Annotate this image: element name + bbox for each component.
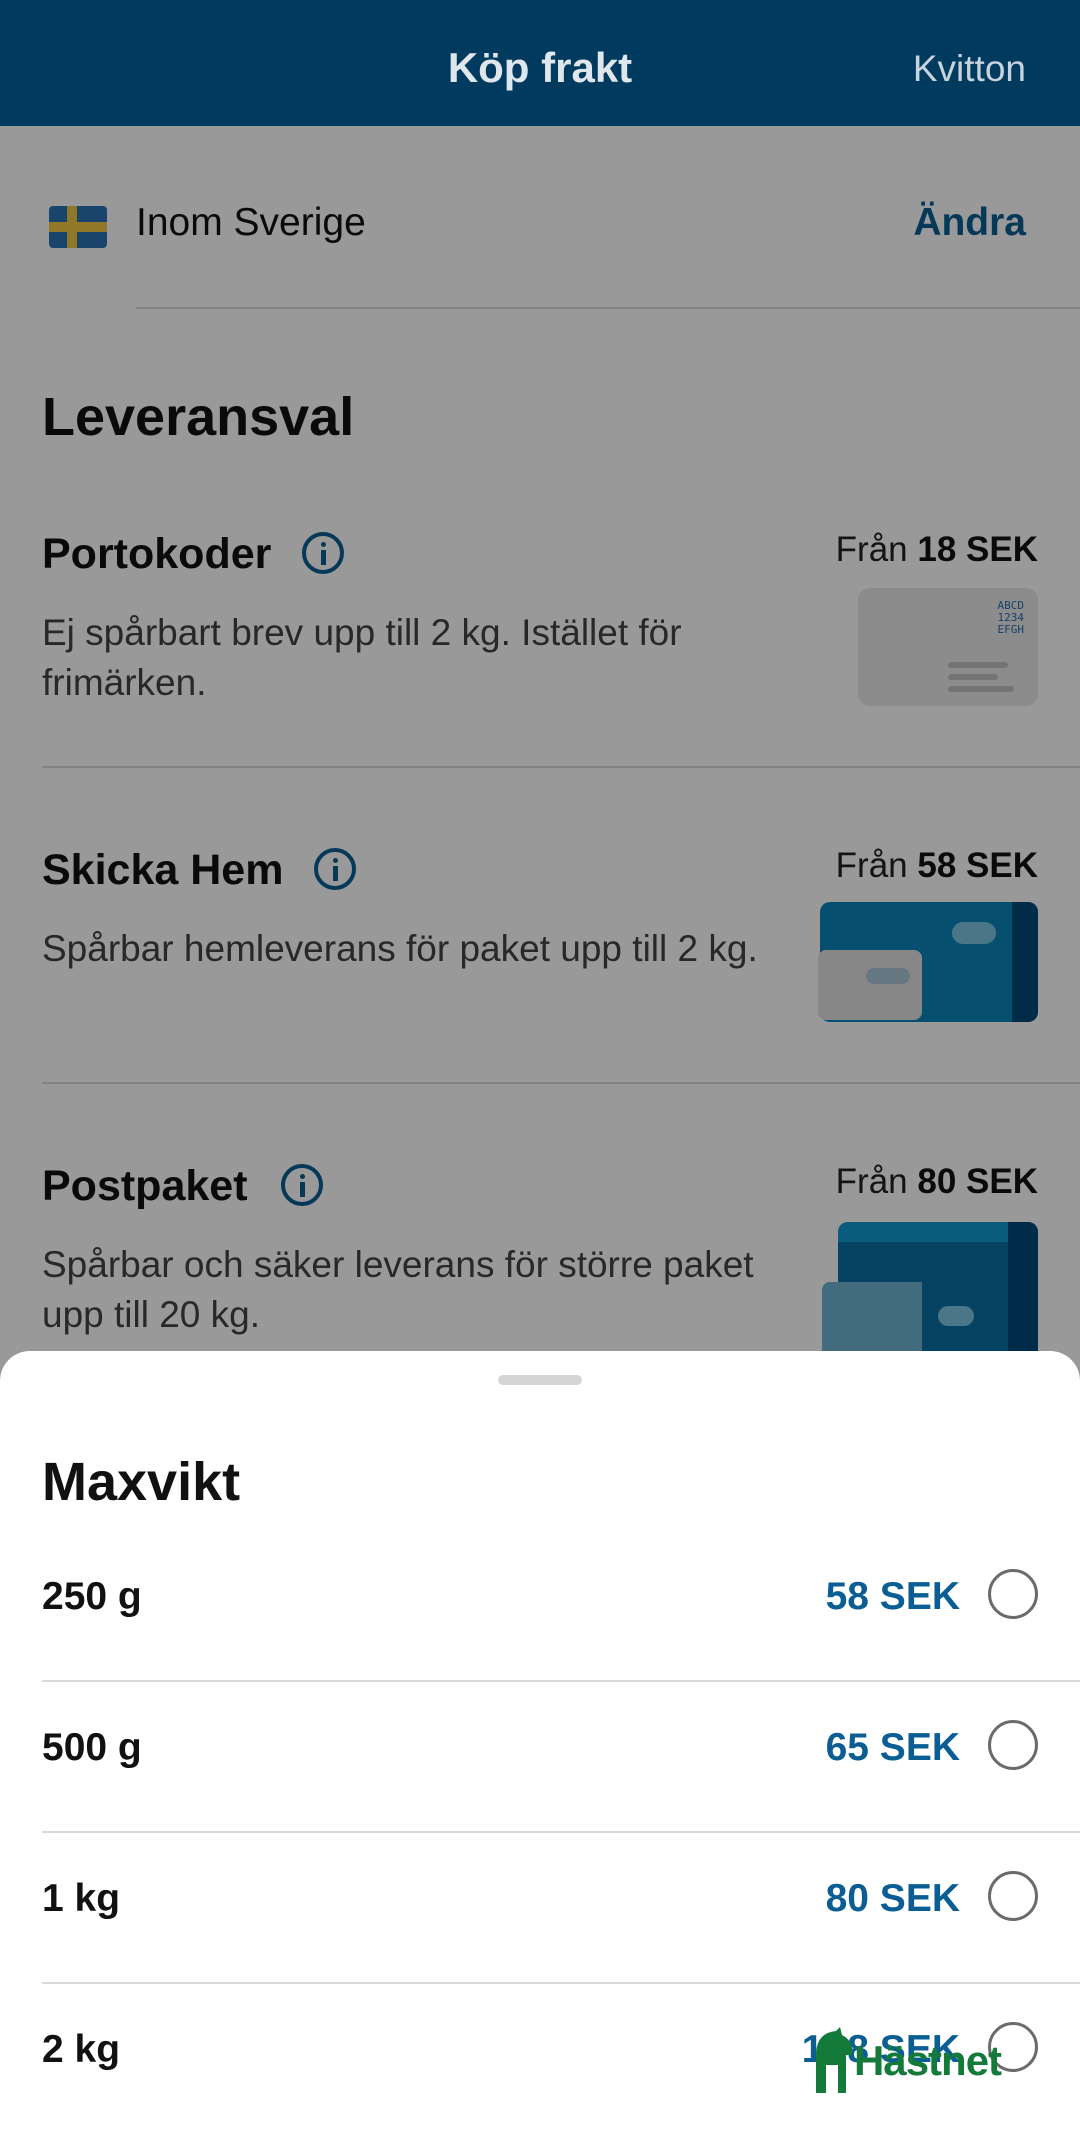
radio-button[interactable] [988, 1569, 1038, 1619]
sheet-drag-handle[interactable] [498, 1375, 582, 1385]
weight-price: 80 SEK [825, 1877, 960, 1920]
weight-price: 65 SEK [825, 1726, 960, 1769]
weight-label: 250 g [42, 1575, 142, 1618]
weight-label: 2 kg [42, 2028, 121, 2071]
weight-price: 58 SEK [825, 1575, 960, 1618]
watermark-text: Hästnet [854, 2037, 1002, 2084]
app-header: Köp frakt Kvitton [0, 0, 1080, 126]
weight-option-row[interactable]: 500 g 65 SEK [0, 1682, 1080, 1833]
weight-option-row[interactable]: 250 g 58 SEK [0, 1531, 1080, 1682]
radio-button[interactable] [988, 1720, 1038, 1770]
watermark-logo: Hästnet [806, 2025, 1036, 2095]
weight-label: 1 kg [42, 1877, 121, 1920]
sheet-title: Maxvikt [42, 1452, 241, 1512]
receipts-link[interactable]: Kvitton [913, 48, 1026, 90]
weight-label: 500 g [42, 1726, 142, 1769]
max-weight-sheet: Maxvikt 250 g 58 SEK 500 g 65 SEK 1 kg 8… [0, 1351, 1080, 2135]
weight-option-row[interactable]: 1 kg 80 SEK [0, 1833, 1080, 1984]
radio-button[interactable] [988, 1871, 1038, 1921]
